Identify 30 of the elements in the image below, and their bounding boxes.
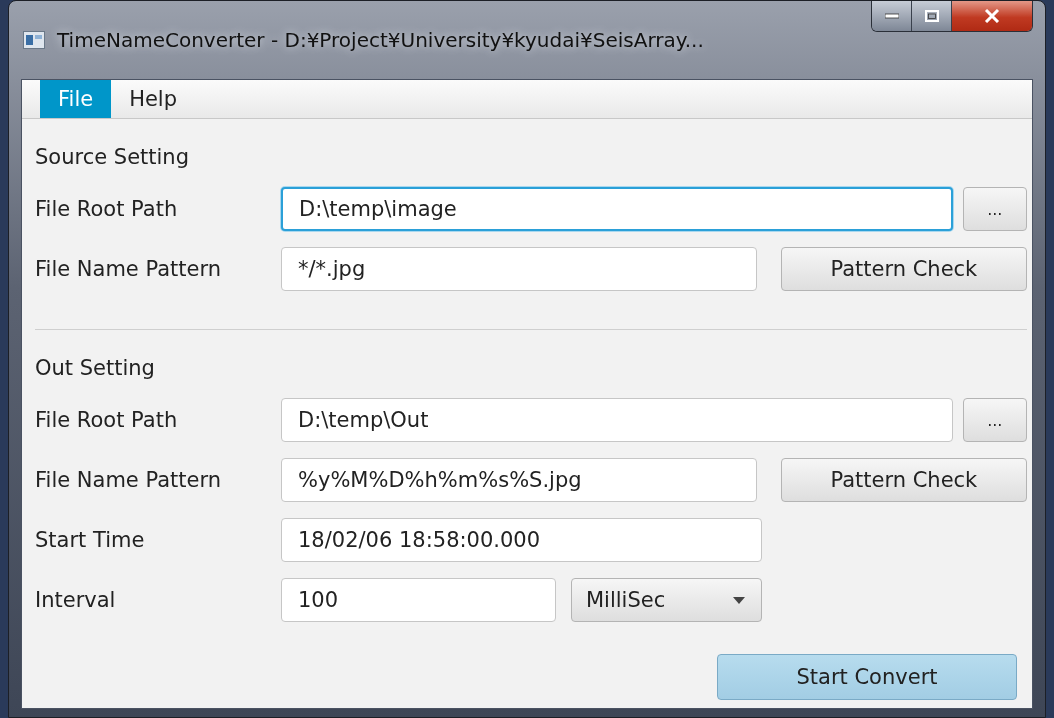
pattern-check-button[interactable]: Pattern Check: [780, 247, 1027, 291]
close-icon: [984, 9, 1000, 23]
field-label: File Root Path: [35, 408, 179, 432]
menu-item[interactable]: Help: [111, 80, 196, 118]
browse-button[interactable]: ...: [962, 398, 1027, 442]
maximize-button[interactable]: [912, 1, 952, 31]
browse-button[interactable]: ...: [962, 187, 1027, 231]
caret-icon: [733, 596, 745, 604]
section-heading: Source Setting: [35, 144, 190, 171]
minimize-button[interactable]: [872, 1, 912, 31]
field-label: Interval: [35, 588, 117, 612]
unit-dropdown[interactable]: MilliSec: [571, 578, 762, 622]
window-title: TimeNameConverter - D:¥Project¥University¥kyudai¥SeisArray...: [57, 28, 705, 52]
minimize-icon: [884, 13, 899, 19]
input-field[interactable]: */*.jpg: [281, 247, 757, 291]
app-icon: [23, 31, 45, 49]
field-label: File Root Path: [35, 197, 179, 221]
maximize-icon: [924, 10, 939, 22]
input-field[interactable]: %y%M%D%h%m%s%S.jpg: [281, 458, 757, 502]
pattern-check-button[interactable]: Pattern Check: [780, 458, 1027, 502]
field-label: File Name Pattern: [35, 468, 222, 492]
start-convert-button[interactable]: Start Convert: [717, 654, 1017, 700]
input-field[interactable]: D:\temp\Out: [281, 398, 953, 442]
field-label: File Name Pattern: [35, 257, 222, 281]
input-field[interactable]: 18/02/06 18:58:00.000: [281, 518, 762, 562]
input-field[interactable]: D:\temp\image: [281, 187, 953, 231]
field-label: Start Time: [35, 528, 146, 552]
input-field[interactable]: 100: [281, 578, 556, 622]
section-heading: Out Setting: [35, 355, 156, 382]
close-button[interactable]: [952, 1, 1032, 31]
